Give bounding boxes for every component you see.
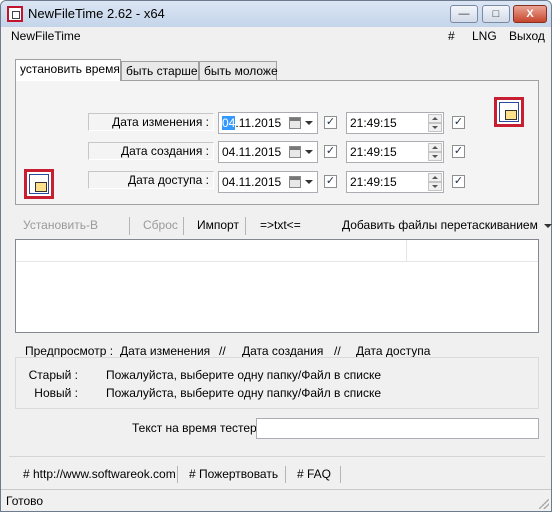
old-label: Старый : (28, 368, 78, 382)
maximize-button[interactable]: □ (482, 5, 510, 23)
import-button[interactable]: Импорт (197, 218, 239, 232)
calendar-icon (289, 176, 301, 188)
spin-up-icon[interactable] (428, 173, 442, 182)
tab-younger[interactable]: быть моложе (199, 61, 278, 80)
close-button[interactable]: X (513, 5, 547, 23)
tab-older[interactable]: быть старше (121, 61, 199, 80)
resize-grip-icon[interactable] (539, 499, 549, 509)
date-accessed-value: 04.11.2015 (222, 175, 282, 189)
date-accessed-picker[interactable]: 04.11.2015 (218, 171, 318, 193)
menu-newfiletime[interactable]: NewFileTime (11, 29, 81, 43)
action-toolbar: Установить-В Сброс Импорт =>txt<= Добави… (15, 215, 552, 237)
chevron-down-icon (543, 223, 552, 228)
preview-separator: // (334, 344, 341, 358)
link-separator (285, 466, 286, 483)
list-header (16, 240, 538, 262)
time-accessed-value: 21:49:15 (350, 175, 397, 189)
chevron-down-icon (305, 180, 313, 184)
spin-up-icon[interactable] (428, 143, 442, 152)
preview-separator: // (219, 344, 226, 358)
window-title: NewFileTime 2.62 - x64 (28, 6, 165, 21)
preview-modified: Дата изменения (120, 344, 211, 358)
set-b-button[interactable]: Установить-В (23, 218, 98, 232)
time-accessed-checkbox[interactable]: ✓ (452, 175, 465, 188)
preview-info-box: Старый : Пожалуйста, выберите одну папку… (15, 357, 539, 409)
tab-panel-set-time: Дата изменения : 04.11.2015 ✓ 21:49:15 ✓… (15, 80, 539, 205)
menu-bar: NewFileTime # LNG Выход (1, 27, 551, 47)
menu-hash[interactable]: # (448, 29, 455, 43)
set-time-icon[interactable] (24, 169, 54, 199)
donate-link[interactable]: # Пожертвовать (189, 467, 278, 481)
date-created-value: 04.11.2015 (222, 145, 282, 159)
minimize-button[interactable]: — (450, 5, 478, 23)
chevron-down-icon (305, 121, 313, 125)
app-icon[interactable] (7, 6, 23, 22)
status-bar: Готово (1, 489, 551, 511)
toolbar-separator (129, 217, 130, 235)
add-files-label: Добавить файлы перетаскиванием (342, 218, 538, 232)
date-modified-selected-part: 04 (222, 116, 236, 130)
txt-button[interactable]: =>txt<= (260, 218, 301, 232)
calendar-icon (289, 117, 301, 129)
spin-down-icon[interactable] (428, 182, 442, 191)
old-value: Пожалуйста, выберите одну папку/Файл в с… (106, 368, 381, 382)
preview-label: Предпросмотр : (25, 344, 114, 358)
divider (9, 456, 545, 457)
set-time-icon-right[interactable] (494, 97, 524, 127)
spin-down-icon[interactable] (428, 152, 442, 161)
time-created-field[interactable]: 21:49:15 (346, 141, 444, 163)
spin-up-icon[interactable] (428, 114, 442, 123)
calendar-icon (289, 146, 301, 158)
new-value: Пожалуйста, выберите одну папку/Файл в с… (106, 386, 381, 400)
status-text: Готово (6, 494, 44, 508)
menu-lng[interactable]: LNG (472, 29, 497, 43)
spin-down-icon[interactable] (428, 123, 442, 132)
time-created-checkbox[interactable]: ✓ (452, 145, 465, 158)
label-accessed: Дата доступа : (88, 171, 214, 189)
date-created-checkbox[interactable]: ✓ (324, 145, 337, 158)
preview-accessed: Дата доступа (356, 344, 431, 358)
time-modified-field[interactable]: 21:49:15 (346, 112, 444, 134)
date-modified-checkbox[interactable]: ✓ (324, 116, 337, 129)
reset-button[interactable]: Сброс (143, 218, 178, 232)
tester-input[interactable] (256, 418, 539, 439)
website-link[interactable]: # http://www.softwareok.com (23, 467, 176, 481)
link-bar: # http://www.softwareok.com # Пожертвова… (15, 466, 539, 484)
menu-exit[interactable]: Выход (509, 29, 545, 43)
chevron-down-icon (305, 150, 313, 154)
link-separator (177, 466, 178, 483)
time-modified-value: 21:49:15 (350, 116, 397, 130)
date-accessed-checkbox[interactable]: ✓ (324, 175, 337, 188)
date-modified-rest: .11.2015 (235, 116, 282, 130)
add-files-dropdown[interactable]: Добавить файлы перетаскиванием (342, 218, 552, 232)
file-list[interactable] (15, 239, 539, 333)
new-label: Новый : (34, 386, 78, 400)
preview-created: Дата создания (242, 344, 324, 358)
time-created-value: 21:49:15 (350, 145, 397, 159)
time-modified-checkbox[interactable]: ✓ (452, 116, 465, 129)
toolbar-separator (183, 217, 184, 235)
link-separator (340, 466, 341, 483)
list-column-header[interactable] (16, 240, 407, 262)
label-created: Дата создания : (88, 142, 214, 160)
tab-control: установить время быть старше быть моложе… (15, 59, 539, 205)
time-accessed-field[interactable]: 21:49:15 (346, 171, 444, 193)
app-window: NewFileTime 2.62 - x64 — □ X NewFileTime… (0, 0, 552, 512)
date-created-picker[interactable]: 04.11.2015 (218, 141, 318, 163)
date-modified-picker[interactable]: 04.11.2015 (218, 112, 318, 134)
faq-link[interactable]: # FAQ (297, 467, 331, 481)
tester-label: Текст на время тестер (132, 421, 257, 435)
toolbar-separator (245, 217, 246, 235)
tab-set-time[interactable]: установить время (15, 59, 121, 81)
label-modified: Дата изменения : (88, 113, 214, 131)
title-bar[interactable]: NewFileTime 2.62 - x64 — □ X (1, 1, 551, 27)
